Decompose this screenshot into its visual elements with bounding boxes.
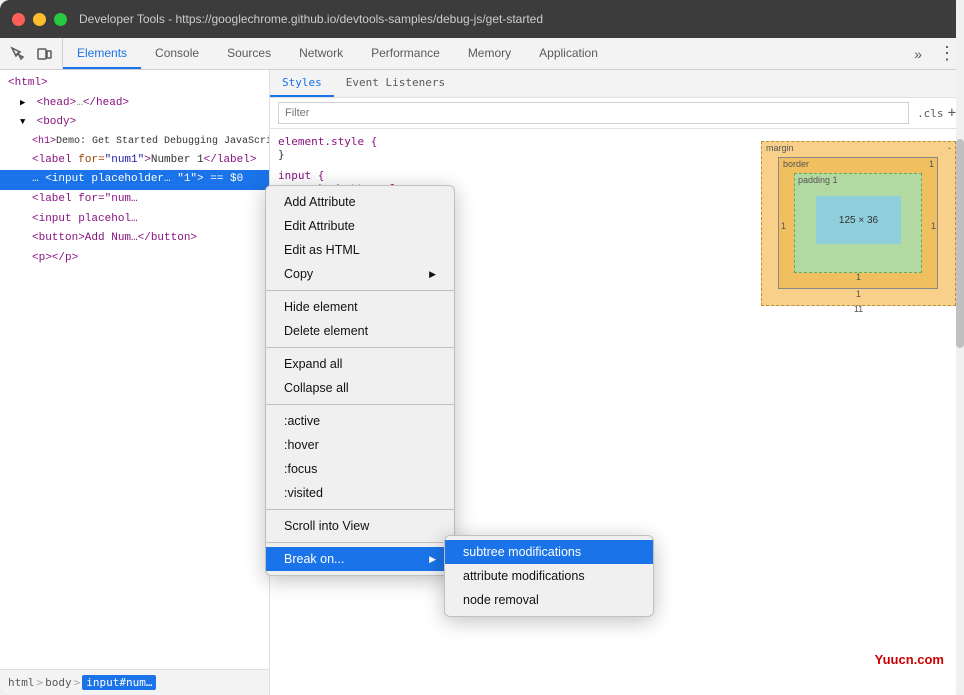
toolbar-icon-group [0,38,63,69]
menu-divider-1 [266,290,454,291]
breadcrumb-input[interactable]: input#num… [82,675,156,690]
menu-scroll-into-view[interactable]: Scroll into View [266,514,454,538]
dom-body-tag[interactable]: <body> [0,113,269,133]
menu-divider-2 [266,347,454,348]
menu-edit-attribute[interactable]: Edit Attribute [266,214,454,238]
styles-filter-input[interactable] [278,102,909,124]
menu-divider-3 [266,404,454,405]
border-bottom-value: 1 [856,289,861,299]
context-menu: Add Attribute Edit Attribute Edit as HTM… [265,185,455,576]
border-left-value: 1 [781,221,786,231]
tab-sources[interactable]: Sources [213,38,285,69]
outer-number: 11 [854,304,863,314]
dom-input2-tag[interactable]: <input placehol… [0,210,269,230]
devtools-toolbar: Elements Console Sources Network Perform… [0,38,964,70]
margin-top-value: - [948,143,951,153]
breadcrumb: html > body > input#num… [0,669,269,695]
add-style-button[interactable]: + [948,105,956,121]
breadcrumb-body[interactable]: body [45,676,72,689]
cls-button[interactable]: .cls [917,107,944,120]
submenu-node[interactable]: node removal [445,588,653,612]
breadcrumb-html[interactable]: html [8,676,35,689]
close-button[interactable] [12,13,25,26]
border-label: border [783,159,809,169]
box-model-container: margin - 11 border 1 1 1 padding 1 [753,129,964,324]
tab-network[interactable]: Network [285,38,357,69]
styles-tabs: Styles Event Listeners [270,70,964,98]
dom-input1-tag[interactable]: … <input placeholder… "1"> == $0 [0,170,269,190]
menu-hide-element[interactable]: Hide element [266,295,454,319]
menu-divider-5 [266,542,454,543]
dom-label2-tag[interactable]: <label for="num… [0,190,269,210]
dom-panel: <html> <head>…</head> <body> <h1>Demo: G… [0,70,270,695]
menu-edit-html[interactable]: Edit as HTML [266,238,454,262]
dom-html-tag[interactable]: <html> [0,74,269,94]
menu-visited[interactable]: :visited [266,481,454,505]
css-rule-element-style: element.style { } [278,135,745,161]
submenu-subtree[interactable]: subtree modifications [445,540,653,564]
minimize-button[interactable] [33,13,46,26]
padding-label: padding 1 [798,175,838,185]
padding-bottom-value: 1 [856,272,861,282]
maximize-button[interactable] [54,13,67,26]
tab-memory[interactable]: Memory [454,38,525,69]
margin-label: margin [766,143,794,153]
titlebar: Developer Tools - https://googlechrome.g… [0,0,964,38]
more-tabs-button[interactable]: » [906,38,930,69]
menu-add-attribute[interactable]: Add Attribute [266,190,454,214]
dom-head-tag[interactable]: <head>…</head> [0,94,269,114]
menu-break-on[interactable]: Break on... [266,547,454,571]
triangle-body [20,114,30,132]
menu-active[interactable]: :active [266,409,454,433]
device-icon[interactable] [34,44,54,64]
menu-focus[interactable]: :focus [266,457,454,481]
dom-label1-tag[interactable]: <label for="num1">Number 1</label> [0,151,269,171]
border-top-value: 1 [929,159,934,169]
tab-performance[interactable]: Performance [357,38,454,69]
content-layer: 125 × 36 [816,196,901,244]
submenu-attribute[interactable]: attribute modifications [445,564,653,588]
break-on-submenu: subtree modifications attribute modifica… [444,535,654,617]
window-title: Developer Tools - https://googlechrome.g… [79,12,952,26]
dom-h1-tag[interactable]: <h1>Demo: Get Started Debugging JavaScri… [0,133,269,151]
tab-elements[interactable]: Elements [63,38,141,69]
menu-expand-all[interactable]: Expand all [266,352,454,376]
menu-hover[interactable]: :hover [266,433,454,457]
dom-button-tag[interactable]: <button>Add Num…</button> [0,229,269,249]
menu-copy[interactable]: Copy [266,262,454,286]
menu-delete-element[interactable]: Delete element [266,319,454,343]
traffic-lights [12,13,67,26]
menu-collapse-all[interactable]: Collapse all [266,376,454,400]
dom-p-tag[interactable]: <p></p> [0,249,269,269]
border-right-value: 1 [931,221,936,231]
inspect-icon[interactable] [8,44,28,64]
content-size: 125 × 36 [839,215,878,226]
devtools-tabs: Elements Console Sources Network Perform… [63,38,906,69]
tab-application[interactable]: Application [525,38,612,69]
styles-tab-styles[interactable]: Styles [270,70,334,97]
tab-console[interactable]: Console [141,38,213,69]
styles-tab-event-listeners[interactable]: Event Listeners [334,70,457,97]
watermark: Yuucn.com [875,652,944,667]
dom-content: <html> <head>…</head> <body> <h1>Demo: G… [0,70,269,669]
styles-toolbar: .cls + [270,98,964,129]
triangle-head [20,95,30,113]
box-model: margin - 11 border 1 1 1 padding 1 [761,141,956,316]
menu-divider-4 [266,509,454,510]
